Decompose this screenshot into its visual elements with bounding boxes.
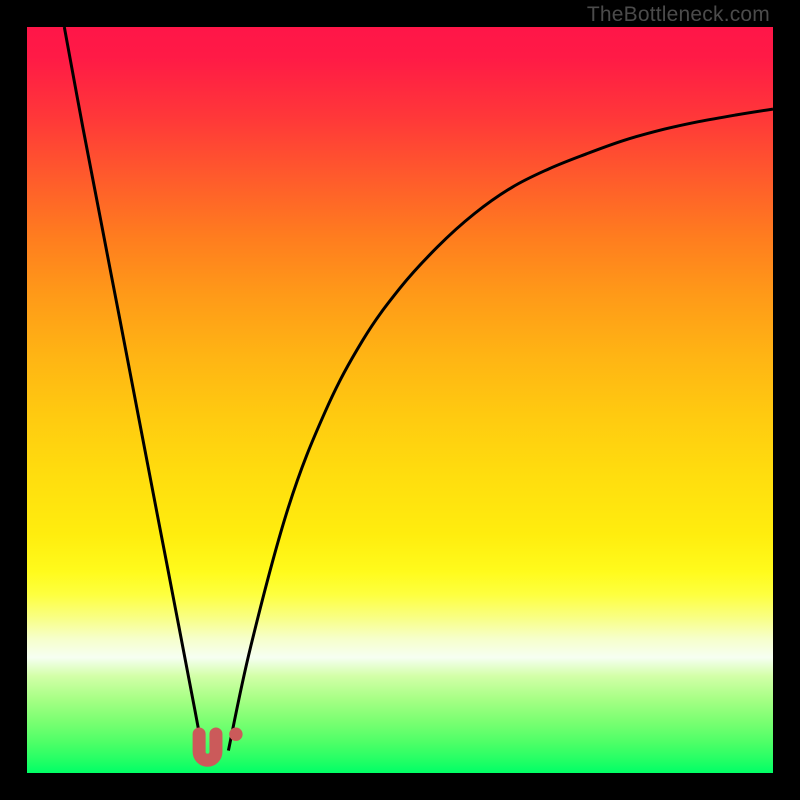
curve-layer — [27, 27, 773, 773]
chart-frame: TheBottleneck.com — [0, 0, 800, 800]
plot-area — [27, 27, 773, 773]
bottleneck-curve-right — [228, 109, 773, 751]
u-marker — [199, 734, 216, 760]
bottleneck-curve-left — [64, 27, 202, 751]
watermark-text: TheBottleneck.com — [587, 3, 770, 27]
dot-marker — [229, 728, 242, 741]
